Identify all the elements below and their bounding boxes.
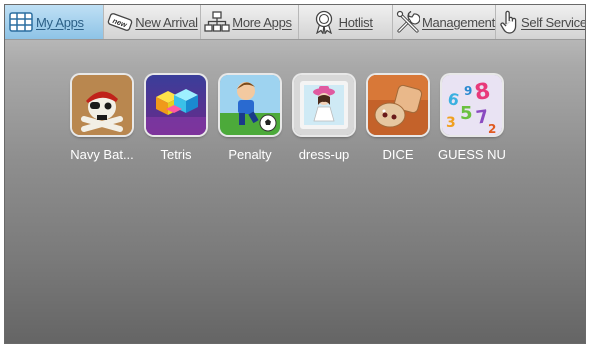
app-tetris[interactable]: Tetris [139, 75, 213, 162]
app-screen: My Apps new New Arrival More Apps Hotlis… [4, 4, 586, 344]
svg-text:2: 2 [488, 122, 496, 135]
network-icon [204, 9, 230, 35]
tab-label: More Apps [232, 14, 292, 30]
tab-label: Self Service [521, 14, 586, 30]
tab-label: Management [422, 14, 495, 30]
pirate-skull-icon[interactable] [72, 75, 132, 135]
svg-text:5: 5 [460, 103, 473, 124]
hand-icon [499, 9, 519, 35]
app-guess-number[interactable]: 8 6 5 7 3 9 2 GUESS NU [435, 75, 509, 162]
tools-icon [396, 9, 421, 35]
tab-more-apps[interactable]: More Apps [201, 5, 299, 39]
numbers-icon[interactable]: 8 6 5 7 3 9 2 [442, 75, 502, 135]
app-label: DICE [382, 147, 414, 162]
app-label: GUESS NU [438, 147, 506, 162]
ribbon-icon [311, 9, 337, 35]
dice-icon[interactable] [368, 75, 428, 135]
tab-new-arrival[interactable]: new New Arrival [104, 5, 202, 39]
tab-label: New Arrival [135, 14, 198, 30]
app-dice[interactable]: DICE [361, 75, 435, 162]
app-label: dress-up [298, 147, 350, 162]
soccer-player-icon[interactable] [220, 75, 280, 135]
svg-text:3: 3 [446, 115, 456, 131]
tab-bar: My Apps new New Arrival More Apps Hotlis… [5, 5, 585, 40]
svg-text:9: 9 [464, 84, 472, 98]
app-grid: Navy Bat... Tetris Penalty dress-up DICE… [65, 75, 509, 162]
new-tag-icon: new [107, 9, 133, 35]
app-label: Tetris [160, 147, 192, 162]
app-label: Navy Bat... [70, 147, 134, 162]
app-label: Penalty [228, 147, 272, 162]
grid-icon [8, 9, 34, 35]
tab-my-apps[interactable]: My Apps [5, 5, 105, 39]
tab-self-service[interactable]: Self Service [496, 5, 585, 39]
tab-label: My Apps [36, 14, 84, 30]
tab-hotlist[interactable]: Hotlist [299, 5, 394, 39]
tetris-cubes-icon[interactable] [146, 75, 206, 135]
tab-management[interactable]: Management [393, 5, 497, 39]
app-penalty[interactable]: Penalty [213, 75, 287, 162]
tab-label: Hotlist [338, 14, 373, 30]
app-dress-up[interactable]: dress-up [287, 75, 361, 162]
app-navy-battle[interactable]: Navy Bat... [65, 75, 139, 162]
dress-up-girl-icon[interactable] [294, 75, 354, 135]
